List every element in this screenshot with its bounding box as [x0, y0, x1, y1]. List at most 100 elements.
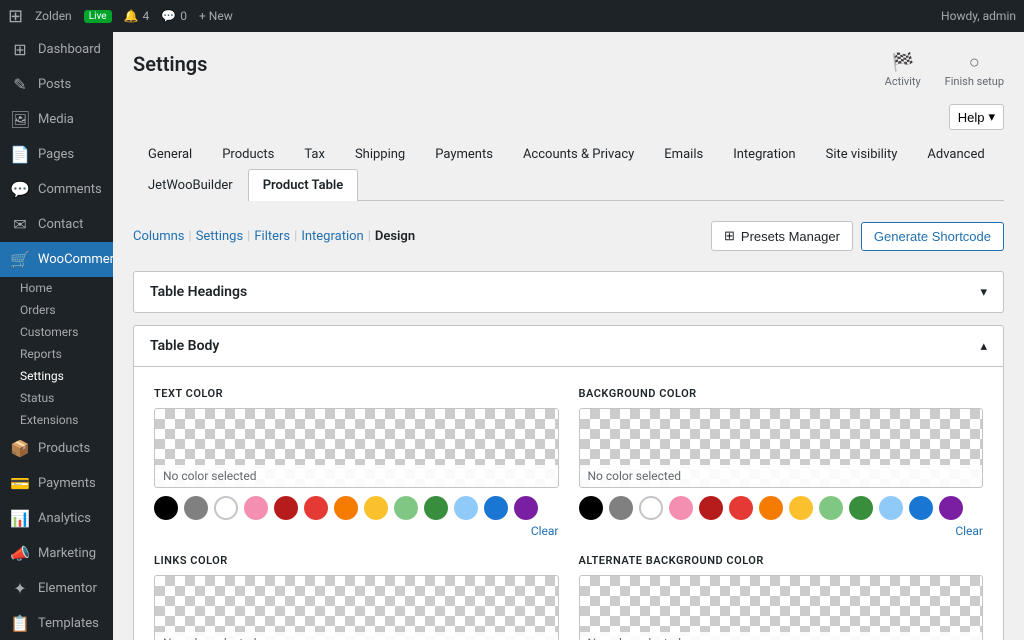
sidebar-item-templates[interactable]: 📋 Templates	[0, 606, 113, 640]
tab-emails[interactable]: Emails	[649, 138, 718, 170]
table-headings-chevron-icon: ▾	[980, 285, 987, 300]
swatch-blue[interactable]	[909, 496, 933, 520]
activity-label: Activity	[885, 75, 921, 88]
swatch-pink[interactable]	[669, 496, 693, 520]
tab-accounts-privacy[interactable]: Accounts & Privacy	[508, 138, 649, 170]
swatch-light-green[interactable]	[819, 496, 843, 520]
table-body-toggle[interactable]: Table Body ▴	[134, 326, 1003, 367]
swatch-yellow[interactable]	[789, 496, 813, 520]
site-name[interactable]: Zolden	[35, 9, 72, 23]
swatch-light-blue[interactable]	[454, 496, 478, 520]
presets-icon: ⊞	[724, 228, 735, 244]
links-color-preview[interactable]: No color selected	[154, 575, 559, 640]
tab-general[interactable]: General	[133, 138, 207, 170]
sidebar-item-comments[interactable]: 💬 Comments	[0, 172, 113, 207]
sidebar-label-elementor: Elementor	[38, 581, 97, 596]
help-label: Help	[958, 110, 985, 125]
swatch-pink[interactable]	[244, 496, 268, 520]
activity-button[interactable]: 🏁 Activity	[885, 52, 921, 88]
sidebar-item-dashboard[interactable]: ⊞ Dashboard	[0, 32, 113, 67]
sidebar-label-templates: Templates	[38, 616, 99, 631]
swatch-gray[interactable]	[184, 496, 208, 520]
swatch-dark-red[interactable]	[699, 496, 723, 520]
sidebar-item-woocommerce[interactable]: 🛒 WooCommerce	[0, 242, 113, 277]
tab-payments[interactable]: Payments	[420, 138, 508, 170]
swatch-orange[interactable]	[759, 496, 783, 520]
swatch-orange[interactable]	[334, 496, 358, 520]
sidebar-item-pages[interactable]: 📄 Pages	[0, 137, 113, 172]
sidebar-item-contact[interactable]: ✉ Contact	[0, 207, 113, 242]
subnav-integration[interactable]: Integration	[301, 229, 363, 244]
howdy-text: Howdy, admin	[941, 9, 1016, 23]
sidebar-sub-home[interactable]: Home	[0, 277, 113, 299]
swatch-red[interactable]	[729, 496, 753, 520]
sidebar-label-media: Media	[38, 112, 74, 127]
sidebar-sub-settings[interactable]: Settings	[0, 365, 113, 387]
sidebar-sub-orders[interactable]: Orders	[0, 299, 113, 321]
sidebar-item-elementor[interactable]: ✦ Elementor	[0, 571, 113, 606]
alternate-bg-color-preview[interactable]: No color selected	[579, 575, 984, 640]
sidebar-sub-status[interactable]: Status	[0, 387, 113, 409]
tab-site-visibility[interactable]: Site visibility	[811, 138, 913, 170]
tab-products[interactable]: Products	[207, 138, 289, 170]
swatch-red[interactable]	[304, 496, 328, 520]
tab-product-table[interactable]: Product Table	[248, 169, 359, 201]
sidebar-sub-reports[interactable]: Reports	[0, 343, 113, 365]
swatch-purple[interactable]	[939, 496, 963, 520]
comment-icon[interactable]: 🔔 4	[124, 9, 150, 23]
help-button[interactable]: Help ▾	[949, 104, 1004, 130]
finish-setup-button[interactable]: ○ Finish setup	[945, 52, 1004, 88]
text-color-label: TEXT COLOR	[154, 387, 559, 400]
sidebar-item-marketing[interactable]: 📣 Marketing	[0, 536, 113, 571]
swatch-light-blue[interactable]	[879, 496, 903, 520]
tab-advanced[interactable]: Advanced	[912, 138, 999, 170]
swatch-green[interactable]	[424, 496, 448, 520]
swatch-yellow[interactable]	[364, 496, 388, 520]
tab-tax[interactable]: Tax	[289, 138, 340, 170]
swatch-gray[interactable]	[609, 496, 633, 520]
presets-manager-button[interactable]: ⊞ Presets Manager	[711, 221, 853, 251]
background-color-clear[interactable]: Clear	[579, 524, 984, 538]
background-color-preview[interactable]: No color selected	[579, 408, 984, 488]
bubble-icon[interactable]: 💬 0	[161, 9, 187, 23]
swatch-dark-red[interactable]	[274, 496, 298, 520]
swatch-blue[interactable]	[484, 496, 508, 520]
subnav-settings[interactable]: Settings	[196, 229, 243, 244]
swatch-purple[interactable]	[514, 496, 538, 520]
sidebar-label-marketing: Marketing	[38, 546, 96, 561]
main-content: Settings 🏁 Activity ○ Finish setup Help …	[113, 32, 1024, 640]
sidebar-item-posts[interactable]: ✎ Posts	[0, 67, 113, 102]
wp-logo[interactable]: ⊞	[8, 6, 23, 27]
text-color-preview[interactable]: No color selected	[154, 408, 559, 488]
table-headings-toggle[interactable]: Table Headings ▾	[134, 272, 1003, 312]
swatch-white[interactable]	[639, 496, 663, 520]
swatch-white[interactable]	[214, 496, 238, 520]
pages-icon: 📄	[10, 145, 30, 164]
subnav-filters[interactable]: Filters	[254, 229, 290, 244]
comments-icon: 💬	[10, 180, 30, 199]
products-icon: 📦	[10, 439, 30, 458]
subnav: Columns | Settings | Filters | Integrati…	[133, 221, 1004, 251]
sidebar-item-analytics[interactable]: 📊 Analytics	[0, 501, 113, 536]
sidebar-sub-customers[interactable]: Customers	[0, 321, 113, 343]
text-color-clear[interactable]: Clear	[154, 524, 559, 538]
swatch-black[interactable]	[154, 496, 178, 520]
templates-icon: 📋	[10, 614, 30, 633]
sidebar-sub-extensions[interactable]: Extensions	[0, 409, 113, 431]
tab-shipping[interactable]: Shipping	[340, 138, 420, 170]
sidebar-label-products: Products	[38, 441, 90, 456]
swatch-green[interactable]	[849, 496, 873, 520]
new-button[interactable]: + New	[199, 9, 233, 23]
sidebar-item-payments[interactable]: 💳 Payments	[0, 466, 113, 501]
generate-shortcode-button[interactable]: Generate Shortcode	[861, 222, 1004, 251]
text-color-swatches	[154, 488, 559, 524]
sidebar-item-products[interactable]: 📦 Products	[0, 431, 113, 466]
swatch-black[interactable]	[579, 496, 603, 520]
sidebar-label-payments: Payments	[38, 476, 96, 491]
tab-jetwoobuilder[interactable]: JetWooBuilder	[133, 169, 248, 201]
tab-integration[interactable]: Integration	[718, 138, 810, 170]
subnav-columns[interactable]: Columns	[133, 229, 185, 244]
marketing-icon: 📣	[10, 544, 30, 563]
swatch-light-green[interactable]	[394, 496, 418, 520]
sidebar-item-media[interactable]: 🖼 Media	[0, 102, 113, 137]
